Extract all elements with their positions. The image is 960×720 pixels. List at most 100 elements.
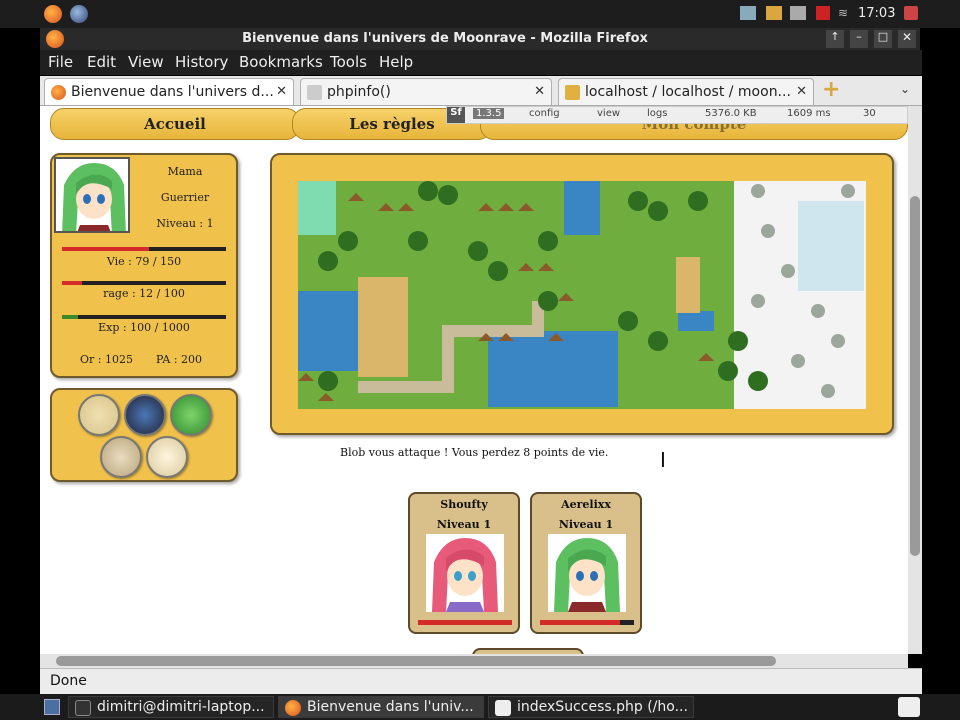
player-level: Niveau 1 (436, 518, 492, 531)
text-editor-icon (495, 700, 511, 716)
new-tab-button[interactable]: + (822, 79, 844, 102)
world-map[interactable] (298, 181, 866, 409)
text-cursor-icon: I (660, 448, 666, 472)
character-panel: Mama Guerrier Niveau : 1 Vie : 79 / 150 … (50, 153, 238, 378)
player-card-shoufty[interactable]: Shoufty Niveau 1 (408, 492, 520, 634)
tab-close-icon[interactable]: ✕ (796, 84, 807, 99)
nav-home-button[interactable]: Accueil (50, 108, 300, 140)
player-hp-bar (540, 620, 634, 625)
taskbar: dimitri@dimitri-laptop... Bienvenue dans… (0, 694, 960, 720)
vertical-scrollbar[interactable] (908, 106, 922, 654)
taskbar-label: indexSuccess.php (/ho... (517, 699, 688, 715)
character-portrait-icon[interactable] (124, 394, 166, 436)
window-titlebar[interactable]: Bienvenue dans l'univers de Moonrave - M… (40, 28, 920, 50)
update-icon[interactable] (816, 6, 830, 20)
debug-toolbar: Sf 1.3.5 config view logs 5376.0 KB 1609… (446, 106, 908, 124)
taskbar-terminal[interactable]: dimitri@dimitri-laptop... (68, 696, 274, 718)
combat-message: Blob vous attaque ! Vous perdez 8 points… (340, 446, 609, 459)
tab-close-icon[interactable]: ✕ (276, 84, 287, 99)
network-icon[interactable] (740, 6, 756, 20)
firefox-launcher-icon[interactable] (44, 5, 62, 23)
terminal-icon (75, 700, 91, 716)
display-icon[interactable] (790, 6, 806, 20)
debug-view-link[interactable]: view (597, 108, 620, 119)
debug-queries[interactable]: 30 (863, 108, 876, 119)
player-hp-fill (540, 620, 620, 625)
wifi-icon[interactable]: ≋ (838, 6, 854, 20)
system-top-panel: ≋ 17:03 (0, 0, 960, 28)
menu-bar: File Edit View History Bookmarks Tools H… (40, 50, 922, 75)
player-hp-fill (418, 620, 512, 625)
status-text: Done (50, 673, 87, 689)
pa-text: PA : 200 (156, 353, 203, 366)
firefox-tray-icon[interactable] (898, 697, 920, 717)
taskbar-editor[interactable]: indexSuccess.php (/ho... (488, 696, 694, 718)
horizontal-scrollbar[interactable] (40, 654, 908, 668)
tab-list-chevron-down-icon[interactable]: ⌄ (900, 82, 910, 96)
tab-close-icon[interactable]: ✕ (534, 84, 545, 99)
player-hp-bar (418, 620, 512, 625)
package-icon[interactable] (766, 6, 782, 20)
status-bar: Done (40, 668, 922, 694)
firefox-favicon-icon (51, 85, 66, 100)
tab-phpinfo[interactable]: phpinfo() ✕ (300, 78, 552, 105)
menu-bookmarks[interactable]: Bookmarks (239, 53, 323, 71)
horizontal-scroll-thumb[interactable] (56, 656, 776, 666)
debug-logs-link[interactable]: logs (647, 108, 667, 119)
tab-moonrave[interactable]: Bienvenue dans l'univers d... ✕ (44, 78, 294, 105)
debug-time[interactable]: 1609 ms (787, 108, 831, 119)
character-name: Mama (167, 165, 203, 178)
menu-help[interactable]: Help (379, 53, 413, 71)
menu-file[interactable]: File (48, 53, 73, 71)
life-bar (62, 247, 226, 251)
map-panel (270, 153, 894, 435)
quill-icon[interactable] (146, 436, 188, 478)
firefox-icon (285, 700, 301, 716)
debug-config-link[interactable]: config (529, 108, 560, 119)
debug-memory[interactable]: 5376.0 KB (705, 108, 757, 119)
character-class: Guerrier (160, 191, 210, 204)
player-avatar (548, 534, 626, 612)
exp-bar-fill (62, 315, 79, 319)
book-icon[interactable] (100, 436, 142, 478)
close-button[interactable]: ✕ (898, 30, 916, 48)
taskbar-label: Bienvenue dans l'univ... (307, 699, 474, 715)
page-favicon-icon (307, 85, 322, 100)
globe-icon[interactable] (70, 5, 88, 23)
clock[interactable]: 17:03 (858, 6, 895, 21)
symfony-badge[interactable]: Sf (447, 107, 465, 123)
player-avatar (426, 534, 504, 612)
player-name: Aerelixx (561, 498, 611, 511)
exp-text: Exp : 100 / 1000 (98, 321, 190, 334)
map-scroll-icon[interactable] (78, 394, 120, 436)
power-icon[interactable] (904, 6, 918, 20)
player-name: Shoufty (440, 498, 488, 511)
paw-icon[interactable] (170, 394, 212, 436)
phpmyadmin-favicon-icon (565, 85, 580, 100)
tab-bar: Bienvenue dans l'univers d... ✕ phpinfo(… (40, 76, 922, 106)
window-controls: ↑ – □ ✕ (826, 30, 922, 48)
exp-bar (62, 315, 226, 319)
menu-tools[interactable]: Tools (330, 53, 367, 71)
window-title: Bienvenue dans l'univers de Moonrave - M… (242, 31, 648, 46)
tab-label: Bienvenue dans l'univers d... (71, 84, 274, 100)
show-desktop-icon[interactable] (44, 699, 60, 715)
actions-panel (50, 388, 238, 482)
rage-bar-fill (62, 281, 82, 285)
vertical-scroll-thumb[interactable] (910, 196, 920, 556)
minimize-button[interactable]: – (850, 30, 868, 48)
life-bar-fill (62, 247, 149, 251)
up-button[interactable]: ↑ (826, 30, 844, 48)
taskbar-firefox[interactable]: Bienvenue dans l'univ... (278, 696, 484, 718)
menu-view[interactable]: View (128, 53, 164, 71)
menu-history[interactable]: History (175, 53, 228, 71)
tab-phpmyadmin[interactable]: localhost / localhost / moon... ✕ (558, 78, 814, 105)
player-card-aerelixx[interactable]: Aerelixx Niveau 1 (530, 492, 642, 634)
player-level: Niveau 1 (558, 518, 614, 531)
page-content: Accueil Les règles Mon compte Sf 1.3.5 c… (40, 106, 908, 654)
tab-label: localhost / localhost / moon... (585, 84, 791, 100)
symfony-version: 1.3.5 (473, 108, 505, 119)
menu-edit[interactable]: Edit (87, 53, 116, 71)
maximize-button[interactable]: □ (874, 30, 892, 48)
character-avatar (54, 157, 130, 233)
